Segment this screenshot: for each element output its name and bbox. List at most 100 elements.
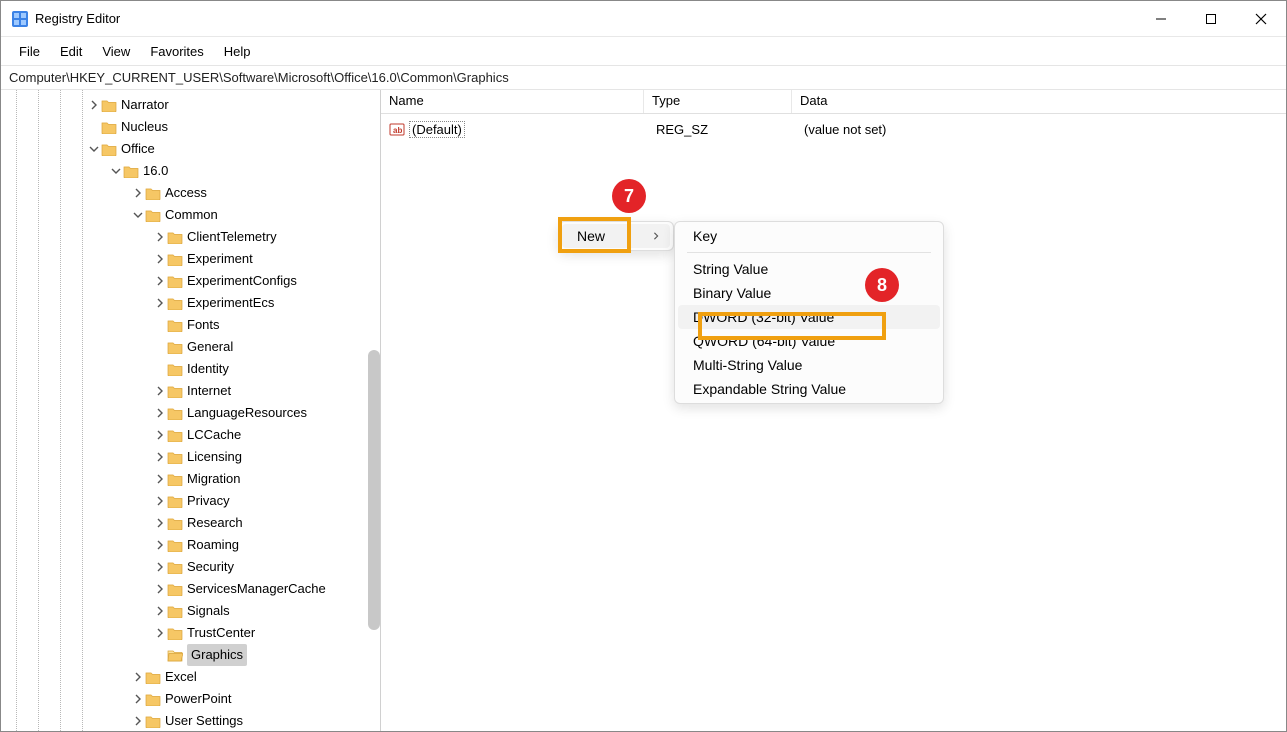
folder-icon: [167, 252, 183, 266]
close-button[interactable]: [1236, 1, 1286, 37]
submenu-expandable-value[interactable]: Expandable String Value: [675, 377, 943, 401]
menu-help[interactable]: Help: [214, 41, 261, 62]
caret-right-icon[interactable]: [153, 254, 167, 264]
menu-view[interactable]: View: [92, 41, 140, 62]
value-row-default[interactable]: (Default) REG_SZ (value not set): [389, 118, 1278, 140]
tree-item-usersettings[interactable]: User Settings: [1, 710, 380, 731]
tree-label: Common: [165, 204, 218, 226]
tree-item-lccache[interactable]: LCCache: [1, 424, 380, 446]
tree-label: LanguageResources: [187, 402, 307, 424]
column-name[interactable]: Name: [381, 90, 644, 113]
tree-label: Identity: [187, 358, 229, 380]
caret-right-icon[interactable]: [153, 628, 167, 638]
folder-icon: [167, 516, 183, 530]
caret-down-icon[interactable]: [131, 210, 145, 220]
submenu-string-value[interactable]: String Value: [675, 257, 943, 281]
tree-label: ServicesManagerCache: [187, 578, 326, 600]
tree-label: ExperimentConfigs: [187, 270, 297, 292]
tree-item-signals[interactable]: Signals: [1, 600, 380, 622]
caret-right-icon[interactable]: [131, 672, 145, 682]
folder-open-icon: [167, 648, 183, 662]
tree-item-fonts[interactable]: Fonts: [1, 314, 380, 336]
tree-item-common[interactable]: Common: [1, 204, 380, 226]
tree-label: Signals: [187, 600, 230, 622]
tree-item-roaming[interactable]: Roaming: [1, 534, 380, 556]
caret-right-icon[interactable]: [153, 232, 167, 242]
tree-item-research[interactable]: Research: [1, 512, 380, 534]
tree-item-internet[interactable]: Internet: [1, 380, 380, 402]
folder-icon: [145, 208, 161, 222]
tree-item-migration[interactable]: Migration: [1, 468, 380, 490]
folder-icon: [167, 472, 183, 486]
caret-right-icon[interactable]: [131, 716, 145, 726]
tree-item-identity[interactable]: Identity: [1, 358, 380, 380]
tree-item-privacy[interactable]: Privacy: [1, 490, 380, 512]
tree-label: Internet: [187, 380, 231, 402]
caret-down-icon[interactable]: [87, 144, 101, 154]
caret-right-icon[interactable]: [153, 386, 167, 396]
caret-right-icon[interactable]: [153, 276, 167, 286]
tree-item-licensing[interactable]: Licensing: [1, 446, 380, 468]
address-bar[interactable]: Computer\HKEY_CURRENT_USER\Software\Micr…: [1, 65, 1286, 90]
tree-item-access[interactable]: Access: [1, 182, 380, 204]
values-pane: Name Type Data (Default) REG_SZ (value n…: [381, 90, 1286, 731]
caret-right-icon[interactable]: [153, 430, 167, 440]
caret-right-icon[interactable]: [131, 188, 145, 198]
tree-item-powerpoint[interactable]: PowerPoint: [1, 688, 380, 710]
submenu-binary-value[interactable]: Binary Value: [675, 281, 943, 305]
tree-item-narrator[interactable]: Narrator: [1, 94, 380, 116]
tree-item-security[interactable]: Security: [1, 556, 380, 578]
folder-icon: [167, 494, 183, 508]
caret-right-icon[interactable]: [153, 540, 167, 550]
tree-item-trustcenter[interactable]: TrustCenter: [1, 622, 380, 644]
tree-item-experimentecs[interactable]: ExperimentEcs: [1, 292, 380, 314]
column-data[interactable]: Data: [792, 90, 1152, 113]
tree-item-clienttelemetry[interactable]: ClientTelemetry: [1, 226, 380, 248]
caret-right-icon[interactable]: [153, 562, 167, 572]
tree-item-nucleus[interactable]: Nucleus: [1, 116, 380, 138]
tree-item-excel[interactable]: Excel: [1, 666, 380, 688]
tree-label: Privacy: [187, 490, 230, 512]
tree-item-v16[interactable]: 16.0: [1, 160, 380, 182]
caret-right-icon[interactable]: [153, 496, 167, 506]
tree-item-servicesmanagercache[interactable]: ServicesManagerCache: [1, 578, 380, 600]
folder-icon: [167, 362, 183, 376]
caret-right-icon[interactable]: [153, 452, 167, 462]
tree-item-experiment[interactable]: Experiment: [1, 248, 380, 270]
tree-item-experimentconfigs[interactable]: ExperimentConfigs: [1, 270, 380, 292]
caret-right-icon[interactable]: [153, 298, 167, 308]
column-type[interactable]: Type: [644, 90, 792, 113]
minimize-button[interactable]: [1136, 1, 1186, 37]
tree-item-languageresources[interactable]: LanguageResources: [1, 402, 380, 424]
caret-right-icon[interactable]: [153, 584, 167, 594]
folder-icon: [145, 670, 161, 684]
tree-pane: NarratorNucleusOffice16.0AccessCommonCli…: [1, 90, 381, 731]
folder-icon: [145, 692, 161, 706]
submenu-dword-value[interactable]: DWORD (32-bit) Value: [678, 305, 940, 329]
submenu-qword-value[interactable]: QWORD (64-bit) Value: [675, 329, 943, 353]
tree-item-office[interactable]: Office: [1, 138, 380, 160]
folder-icon: [167, 230, 183, 244]
tree-scrollbar[interactable]: [368, 350, 380, 630]
maximize-button[interactable]: [1186, 1, 1236, 37]
caret-right-icon[interactable]: [131, 694, 145, 704]
menu-edit[interactable]: Edit: [50, 41, 92, 62]
caret-right-icon[interactable]: [153, 474, 167, 484]
tree-label: Migration: [187, 468, 240, 490]
caret-right-icon[interactable]: [153, 518, 167, 528]
tree-item-general[interactable]: General: [1, 336, 380, 358]
caret-right-icon[interactable]: [153, 408, 167, 418]
tree-item-graphics[interactable]: Graphics: [1, 644, 380, 666]
context-new[interactable]: New: [562, 224, 670, 248]
folder-icon: [101, 98, 117, 112]
menu-favorites[interactable]: Favorites: [140, 41, 213, 62]
menu-file[interactable]: File: [9, 41, 50, 62]
caret-down-icon[interactable]: [109, 166, 123, 176]
string-value-icon: [389, 121, 405, 137]
caret-right-icon[interactable]: [87, 100, 101, 110]
submenu-multistring-value[interactable]: Multi-String Value: [675, 353, 943, 377]
submenu-key[interactable]: Key: [675, 224, 943, 248]
folder-icon: [167, 582, 183, 596]
values-header: Name Type Data: [381, 90, 1286, 114]
caret-right-icon[interactable]: [153, 606, 167, 616]
